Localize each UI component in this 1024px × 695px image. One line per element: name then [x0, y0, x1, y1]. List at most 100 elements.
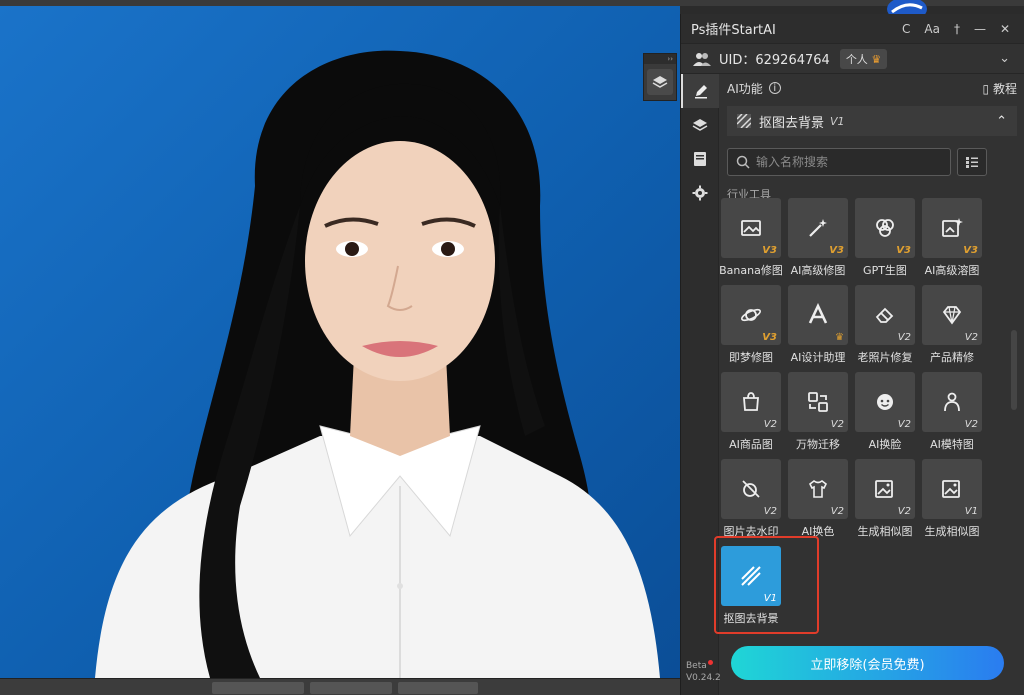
- collapse-arrows[interactable]: ››: [644, 54, 676, 64]
- tool-label: AI设计助理: [790, 351, 846, 364]
- side-nav-settings[interactable]: [681, 176, 719, 210]
- tool-tile[interactable]: V3: [855, 198, 915, 258]
- tool-similar-image[interactable]: V2 生成相似图: [852, 459, 918, 541]
- tool-version: V2: [897, 419, 911, 430]
- layers-button[interactable]: [647, 69, 673, 95]
- tool-tile[interactable]: V2: [721, 372, 781, 432]
- side-nav-ai-tools[interactable]: [681, 74, 719, 108]
- photo-canvas[interactable]: [0, 6, 680, 678]
- tool-version: V2: [964, 332, 978, 343]
- tool-shopping-bag[interactable]: V2 AI商品图: [718, 372, 784, 454]
- tool-label: 即梦修图: [729, 351, 773, 364]
- tool-tile[interactable]: V2: [788, 372, 848, 432]
- diamond-icon: [942, 306, 962, 325]
- tool-label: 产品精修: [930, 351, 974, 364]
- account-badge: 个人 ♛: [839, 48, 888, 69]
- tool-version: V2: [830, 506, 844, 517]
- gpt-knot-icon: [876, 219, 894, 237]
- tool-label: 生成相似图: [857, 525, 913, 538]
- transfer-icon: [808, 392, 828, 412]
- selection-highlight: [714, 536, 819, 634]
- tool-shirt[interactable]: V2 AI换色: [785, 459, 851, 541]
- info-icon[interactable]: i: [768, 82, 781, 94]
- tool-tile[interactable]: V3: [922, 198, 982, 258]
- tool-tile[interactable]: V2: [788, 459, 848, 519]
- tool-version: V3: [829, 245, 844, 256]
- bottom-tab[interactable]: [398, 682, 478, 694]
- list-grid-icon: [966, 157, 978, 168]
- model-person-icon: [944, 392, 960, 412]
- shirt-icon: [808, 480, 828, 498]
- tool-tile[interactable]: V1: [922, 459, 982, 519]
- tool-tile[interactable]: V2: [855, 285, 915, 345]
- image-sparkle-icon: [942, 218, 963, 237]
- view-toggle-button[interactable]: [957, 148, 987, 176]
- chevron-up-icon[interactable]: ⌃: [996, 114, 1007, 129]
- face-icon: [877, 394, 893, 410]
- tool-tile[interactable]: ♛: [788, 285, 848, 345]
- layers-icon: [692, 119, 708, 131]
- tool-tile[interactable]: V2: [855, 459, 915, 519]
- tool-label: 万物迁移: [796, 438, 840, 451]
- tool-version: V2: [897, 332, 911, 343]
- tool-transfer[interactable]: V2 万物迁移: [785, 372, 851, 454]
- refresh-icon[interactable]: C: [902, 22, 910, 36]
- tool-tile[interactable]: V3: [788, 198, 848, 258]
- tool-label: AI高级溶图: [924, 264, 980, 277]
- tool-tile[interactable]: V2: [922, 285, 982, 345]
- tool-label: AI商品图: [729, 438, 773, 451]
- tool-tile[interactable]: V3: [721, 198, 781, 258]
- font-size-button[interactable]: Aa: [924, 22, 940, 36]
- tool-tile[interactable]: V2: [721, 459, 781, 519]
- tool-image-edit[interactable]: V3 Banana修图: [718, 198, 784, 280]
- tool-gpt-knot[interactable]: V3 GPT生图: [852, 198, 918, 280]
- tool-model-person[interactable]: V2 AI模特图: [919, 372, 985, 454]
- chevron-down-icon[interactable]: ⌄: [999, 51, 1010, 66]
- tool-eraser[interactable]: V2 老照片修复: [852, 285, 918, 367]
- search-box: [727, 148, 951, 176]
- section-title: 抠图去背景: [759, 115, 825, 131]
- account-row[interactable]: UID：629264764 个人 ♛ ⌄: [681, 44, 1024, 74]
- tool-tile[interactable]: V3: [721, 285, 781, 345]
- tool-planet[interactable]: V3 即梦修图: [718, 285, 784, 367]
- tool-face[interactable]: V2 AI换脸: [852, 372, 918, 454]
- close-icon[interactable]: ✕: [1000, 22, 1010, 36]
- tool-letter-a[interactable]: ♛ AI设计助理: [785, 285, 851, 367]
- beta-label: Beta: [686, 661, 707, 671]
- main-content: AI功能 i ▯ 教程 抠图去背景 V1 ⌃ 输入名称搜索 行业工具 V3 Ba…: [719, 74, 1017, 625]
- ai-function-label: AI功能: [727, 81, 763, 96]
- bottom-tab[interactable]: [212, 682, 304, 694]
- panel-scrollbar[interactable]: [1011, 330, 1017, 410]
- search-input[interactable]: [756, 155, 936, 169]
- account-badge-label: 个人: [845, 52, 868, 66]
- tool-label: AI高级修图: [790, 264, 846, 277]
- eraser-icon: [875, 307, 894, 323]
- tool-magic-wand[interactable]: V3 AI高级修图: [785, 198, 851, 280]
- tool-tile[interactable]: V2: [922, 372, 982, 432]
- tool-tile[interactable]: V2: [855, 372, 915, 432]
- remove-now-button[interactable]: 立即移除(会员免费): [731, 646, 1004, 680]
- tool-label: 老照片修复: [857, 351, 913, 364]
- tool-similar-image[interactable]: V1 生成相似图: [919, 459, 985, 541]
- document-icon: [694, 152, 706, 166]
- tool-diamond[interactable]: V2 产品精修: [919, 285, 985, 367]
- tool-version: V3: [896, 245, 911, 256]
- section-version: V1: [830, 114, 845, 128]
- similar-image-icon: [875, 480, 893, 498]
- search-row: [727, 148, 1017, 176]
- tutorial-link[interactable]: ▯ 教程: [983, 80, 1017, 97]
- side-nav-layers[interactable]: [681, 108, 719, 142]
- tool-watermark-remove[interactable]: V2 图片去水印: [718, 459, 784, 541]
- users-icon: [693, 52, 711, 66]
- pin-icon[interactable]: †: [954, 22, 960, 36]
- minimize-icon[interactable]: —: [974, 22, 986, 36]
- tool-version: V2: [897, 506, 911, 517]
- section-header[interactable]: 抠图去背景 V1 ⌃: [727, 106, 1017, 136]
- version-label: V0.24.2: [686, 673, 721, 683]
- side-nav-notes[interactable]: [681, 142, 719, 176]
- tool-label: GPT生图: [863, 264, 907, 277]
- panel-title-bar: Ps插件StartAI C Aa † — ✕: [681, 14, 1024, 44]
- tool-label: Banana修图: [719, 264, 783, 277]
- tool-image-sparkle[interactable]: V3 AI高级溶图: [919, 198, 985, 280]
- bottom-tab[interactable]: [310, 682, 392, 694]
